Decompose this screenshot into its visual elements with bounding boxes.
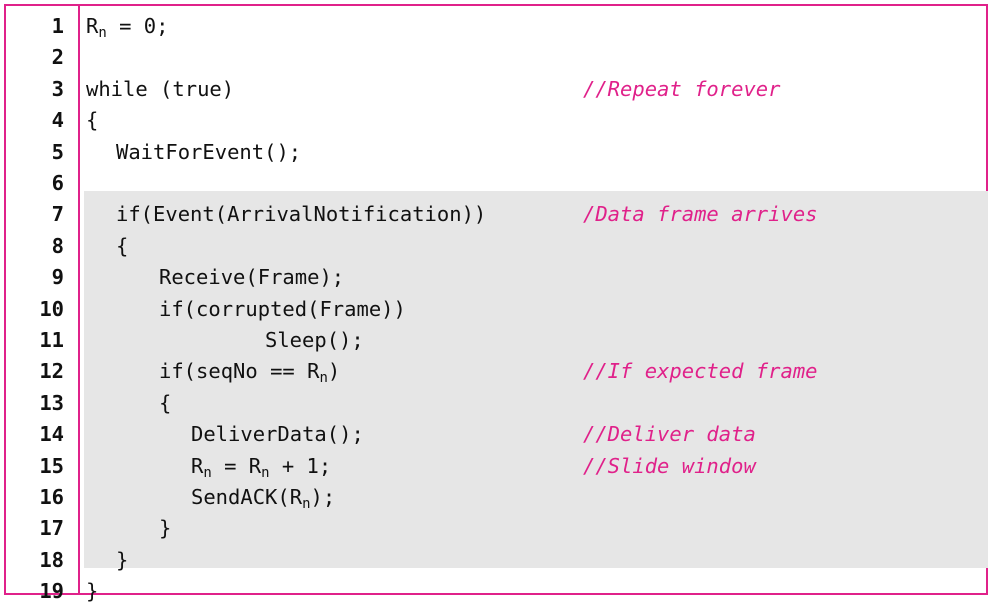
code-line: 5 WaitForEvent(); xyxy=(6,137,986,168)
code-comment: //If expected frame xyxy=(583,359,818,384)
code-comment: /Data frame arrives xyxy=(583,202,818,227)
code-line: 19} xyxy=(6,576,986,607)
code-line: 6 xyxy=(6,168,986,199)
subscript: n xyxy=(98,24,107,41)
code-line: 13 { xyxy=(6,388,986,419)
subscript: n xyxy=(302,495,311,512)
code-line: 9 Receive(Frame); xyxy=(6,262,986,293)
code-text: if(Event(ArrivalNotification)) xyxy=(116,199,486,230)
code-text: Sleep(); xyxy=(265,325,364,356)
code-token: WaitForEvent(); xyxy=(116,139,302,164)
code-line: 10 if(corrupted(Frame)) xyxy=(6,294,986,325)
code-token: } xyxy=(159,516,172,541)
line-number: 17 xyxy=(39,516,64,541)
code-line: 18} xyxy=(6,545,986,576)
code-text: if(seqNo == Rn) xyxy=(159,356,340,387)
code-token: R xyxy=(191,453,204,478)
line-number: 3 xyxy=(51,76,64,101)
line-number: 12 xyxy=(39,359,64,384)
code-text: WaitForEvent(); xyxy=(116,137,301,168)
line-number: 16 xyxy=(39,485,64,509)
code-token: if(seqNo == R xyxy=(159,359,320,384)
code-token: if(Event(ArrivalNotification)) xyxy=(116,202,487,227)
code-text: while (true) xyxy=(86,74,234,105)
code-token: } xyxy=(86,579,99,604)
code-token: Receive(Frame); xyxy=(159,265,345,290)
code-token: { xyxy=(86,108,99,133)
code-token: ); xyxy=(310,485,336,509)
line-number: 11 xyxy=(39,328,64,352)
code-comment: //Repeat forever xyxy=(583,76,781,101)
line-number: 9 xyxy=(51,265,64,290)
code-listing: 1 Rn = 0; 2 3 while (true)//Repeat forever 4{… xyxy=(4,4,988,603)
code-line: 16 SendACK(Rn); xyxy=(6,482,986,513)
subscript: n xyxy=(261,464,270,481)
subscript: n xyxy=(203,464,212,481)
code-text: { xyxy=(116,231,128,262)
line-number: 1 xyxy=(51,14,64,38)
code-token: SendACK(R xyxy=(191,485,303,509)
line-number: 4 xyxy=(51,108,64,133)
subscript: n xyxy=(319,370,328,387)
code-text: } xyxy=(116,545,128,576)
code-text: SendACK(Rn); xyxy=(191,482,335,513)
code-token: + 1; xyxy=(269,453,332,478)
code-text: { xyxy=(159,388,171,419)
code-text: Rn = Rn + 1; xyxy=(191,451,331,482)
code-line: 8{ xyxy=(6,231,986,262)
line-number: 18 xyxy=(39,547,64,572)
code-line: 14 DeliverData(); //Deliver data xyxy=(6,419,986,450)
line-number: 2 xyxy=(51,45,64,70)
code-token: { xyxy=(116,233,129,258)
line-number: 10 xyxy=(39,296,64,321)
code-text: } xyxy=(86,576,98,607)
code-text: Rn = 0; xyxy=(86,11,168,42)
line-number: 13 xyxy=(39,390,64,415)
code-token: if(corrupted(Frame)) xyxy=(159,296,406,321)
code-line: 7 if(Event(ArrivalNotification)) /Data fra… xyxy=(6,199,986,230)
code-line: 17} xyxy=(6,513,986,544)
code-line: 2 xyxy=(6,42,986,73)
code-token: } xyxy=(116,547,129,572)
code-token: = R xyxy=(211,453,262,478)
code-token: { xyxy=(159,390,172,415)
code-line: 15 Rn = Rn + 1; //Slide window xyxy=(6,451,986,482)
code-token: Sleep(); xyxy=(265,328,364,352)
code-token: ) xyxy=(327,359,341,384)
code-line: 4{ xyxy=(6,105,986,136)
line-number: 19 xyxy=(39,579,64,604)
line-number: 15 xyxy=(39,453,64,478)
code-line: 1 Rn = 0; xyxy=(6,11,986,42)
line-number: 8 xyxy=(51,233,64,258)
code-text: { xyxy=(86,105,98,136)
line-number: 5 xyxy=(51,139,64,164)
code-text: DeliverData(); xyxy=(191,419,364,450)
code-token: while (true) xyxy=(86,76,235,101)
code-comment: //Slide window xyxy=(583,453,756,478)
code-text: } xyxy=(159,513,171,544)
line-number: 6 xyxy=(51,171,64,195)
code-text: Receive(Frame); xyxy=(159,262,344,293)
code-line: 11 Sleep(); xyxy=(6,325,986,356)
code-token: R xyxy=(86,14,99,38)
code-line: 3 while (true) //Repeat forever xyxy=(6,74,986,105)
line-number: 14 xyxy=(39,422,64,447)
code-token: = 0; xyxy=(106,14,169,38)
line-number: 7 xyxy=(51,202,64,227)
code-comment: //Deliver data xyxy=(583,422,756,447)
code-line: 12 if(seqNo == Rn) //If expected frame xyxy=(6,356,986,387)
code-token: DeliverData(); xyxy=(191,422,364,447)
code-text: if(corrupted(Frame)) xyxy=(159,294,406,325)
